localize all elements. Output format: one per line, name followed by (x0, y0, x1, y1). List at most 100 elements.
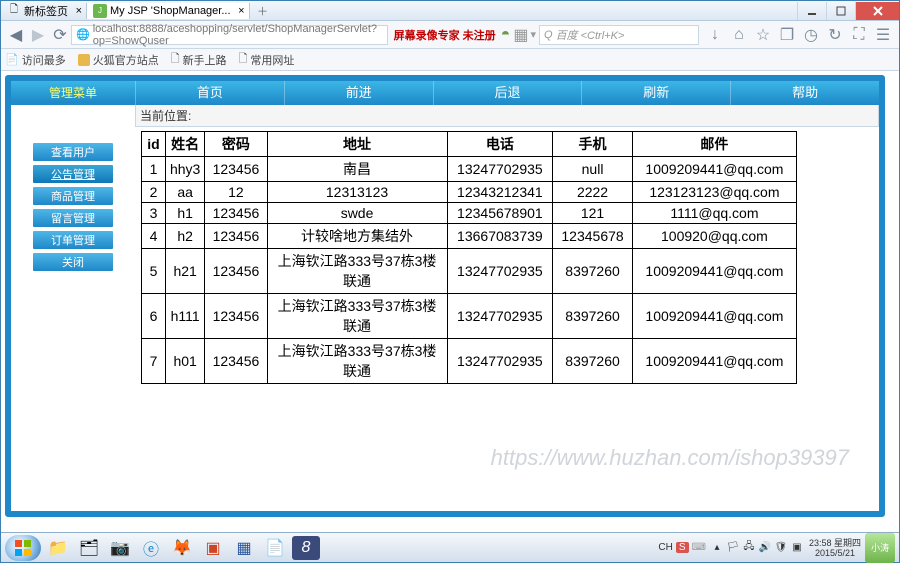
url-field[interactable]: 🌐 localhost:8888/aceshopping/servlet/Sho… (71, 25, 388, 45)
tray-flag-icon[interactable]: ▴ (709, 540, 725, 556)
th-pwd: 密码 (205, 132, 267, 157)
bookmark-text: 新手上路 (183, 52, 227, 68)
table-row: 5h21123456上海钦江路333号37栋3楼联通13247702935839… (142, 249, 797, 294)
table-row: 1hhy3123456南昌13247702935null1009209441@q… (142, 157, 797, 182)
home-icon[interactable]: ⌂ (727, 24, 751, 46)
cell-pwd: 123456 (205, 203, 267, 224)
nav-home[interactable]: 首页 (135, 81, 284, 105)
watermark-text: https://www.huzhan.com/ishop39397 (491, 445, 849, 471)
history-icon[interactable]: ◷ (799, 24, 823, 46)
cell-email: 1009209441@qq.com (632, 249, 796, 294)
cell-pwd: 123456 (205, 294, 267, 339)
task-myeclipse[interactable]: 8 (292, 536, 320, 560)
task-recorder[interactable]: 📷 (106, 536, 134, 560)
cell-mobile: 12345678 (553, 224, 633, 249)
bookmarks-list-icon[interactable]: ❐ (775, 24, 799, 46)
task-explorer[interactable]: 📁 (44, 536, 72, 560)
cell-email: 1009209441@qq.com (632, 157, 796, 182)
search-icon: Q (544, 29, 553, 41)
cell-mobile: 8397260 (553, 249, 633, 294)
bookmark-link[interactable]: 火狐官方站点 (78, 52, 159, 68)
browser-tab-active[interactable]: J My JSP 'ShopManager... × (87, 3, 250, 19)
task-firefox[interactable]: 🦊 (168, 536, 196, 560)
keyboard-icon[interactable]: ⌨ (692, 542, 706, 553)
cell-tel: 12343212341 (447, 182, 553, 203)
start-button[interactable] (5, 535, 41, 561)
page-viewport: 首页 前进 后退 刷新 帮助 管理菜单 查看用户 公告管理 商品管理 留言管理 … (1, 71, 899, 532)
nav-refresh[interactable]: 刷新 (581, 81, 730, 105)
close-button[interactable] (855, 2, 899, 20)
users-table: id 姓名 密码 地址 电话 手机 邮件 1hhy3123456南昌132477… (141, 131, 797, 384)
shield-icon[interactable]: ◓ (501, 26, 511, 44)
cell-name: h1 (165, 203, 204, 224)
cell-name: h01 (165, 339, 204, 384)
menu-view-user[interactable]: 查看用户 (33, 143, 113, 161)
sync-icon[interactable]: ↻ (823, 24, 847, 46)
browser-tab[interactable]: 🗋 新标签页 × (1, 3, 87, 19)
cell-id: 1 (142, 157, 166, 182)
bookmark-link[interactable]: 🗋常用网址 (239, 50, 295, 69)
bookmark-link[interactable]: 🗋新手上路 (171, 50, 227, 69)
bookmark-text: 常用网址 (250, 52, 294, 68)
cell-name: h2 (165, 224, 204, 249)
tray-app-icon[interactable]: 🛡 (773, 540, 789, 556)
ime-icon[interactable]: S (676, 542, 689, 553)
menu-message[interactable]: 留言管理 (33, 209, 113, 227)
tab-close-icon[interactable]: × (238, 5, 244, 17)
system-tray: CH S ⌨ ▴ 🏳 🖧 🔊 🛡 ▣ 23:58 星期四 2015/5/21 小… (658, 533, 895, 563)
dropdown-icon[interactable]: ▾ (530, 28, 536, 41)
task-word[interactable]: ▦ (230, 536, 258, 560)
menu-close[interactable]: 关闭 (33, 253, 113, 271)
cell-addr: 上海钦江路333号37栋3楼联通 (267, 339, 447, 384)
search-field[interactable]: Q 百度 <Ctrl+K> (539, 25, 699, 45)
cell-mobile: 8397260 (553, 339, 633, 384)
cell-mobile: null (553, 157, 633, 182)
task-ppt[interactable]: ▣ (199, 536, 227, 560)
tray-app2-icon[interactable]: ▣ (789, 540, 805, 556)
reader-icon[interactable]: ▦ (513, 25, 528, 45)
nav-help[interactable]: 帮助 (730, 81, 879, 105)
tray-net-icon[interactable]: 🖧 (741, 540, 757, 556)
bookmark-star-icon[interactable]: ☆ (751, 24, 775, 46)
maximize-button[interactable] (826, 2, 855, 20)
menu-order[interactable]: 订单管理 (33, 231, 113, 249)
clock[interactable]: 23:58 星期四 2015/5/21 (809, 538, 861, 558)
th-id: id (142, 132, 166, 157)
cell-id: 2 (142, 182, 166, 203)
menu-notice[interactable]: 公告管理 (33, 165, 113, 183)
menu-icon[interactable]: ☰ (871, 24, 895, 46)
cell-id: 7 (142, 339, 166, 384)
minimize-button[interactable] (797, 2, 826, 20)
lang-indicator[interactable]: CH (658, 542, 672, 553)
user-badge[interactable]: 小涛 (865, 533, 895, 563)
cell-mobile: 121 (553, 203, 633, 224)
list-icon: 📄 (5, 53, 19, 66)
nav-back[interactable]: 后退 (433, 81, 582, 105)
tray-vol-icon[interactable]: 🔊 (757, 540, 773, 556)
bookmarks-most-visited[interactable]: 📄 访问最多 (5, 52, 66, 68)
cell-email: 100920@qq.com (632, 224, 796, 249)
cell-id: 4 (142, 224, 166, 249)
task-notepad[interactable]: 📄 (261, 536, 289, 560)
browser-tabs: 🗋 新标签页 × J My JSP 'ShopManager... × ＋ (1, 3, 797, 19)
task-ie[interactable]: ⓔ (137, 536, 165, 560)
forward-button[interactable]: ▶ (27, 24, 49, 46)
page-icon: 🗋 (171, 50, 180, 69)
task-folder[interactable]: 🗂 (75, 536, 103, 560)
side-menu: 管理菜单 查看用户 公告管理 商品管理 留言管理 订单管理 关闭 (11, 105, 135, 511)
nav-forward[interactable]: 前进 (284, 81, 433, 105)
cell-id: 6 (142, 294, 166, 339)
tray-action-icon[interactable]: 🏳 (725, 540, 741, 556)
tab-close-icon[interactable]: × (76, 5, 82, 17)
reload-button[interactable]: ⟳ (49, 24, 71, 46)
menu-product[interactable]: 商品管理 (33, 187, 113, 205)
new-tab-button[interactable]: ＋ (250, 3, 276, 19)
back-button[interactable]: ◀ (5, 24, 27, 46)
address-bar: ◀ ▶ ⟳ 🌐 localhost:8888/aceshopping/servl… (1, 21, 899, 49)
menu-title: 管理菜单 (11, 81, 135, 103)
fullscreen-icon[interactable]: ⛶ (847, 24, 871, 46)
cell-tel: 13247702935 (447, 339, 553, 384)
cell-mobile: 8397260 (553, 294, 633, 339)
downloads-icon[interactable]: ↓ (703, 24, 727, 46)
th-email: 邮件 (632, 132, 796, 157)
